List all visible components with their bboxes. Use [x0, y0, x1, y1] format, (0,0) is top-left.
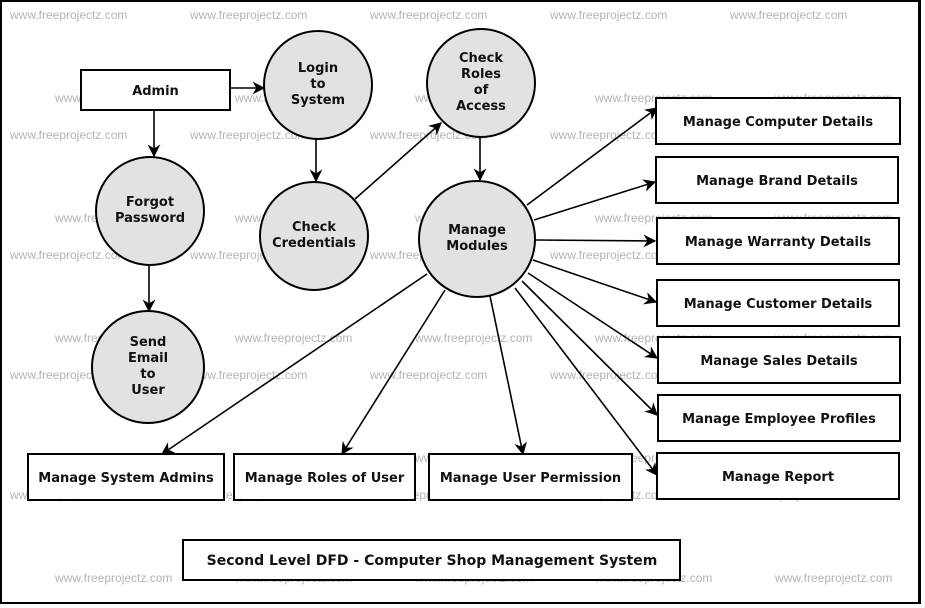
- watermark-text: www.freeprojectz.com: [369, 8, 487, 22]
- module-label: Manage Report: [722, 470, 834, 485]
- node-label-line: Check: [459, 51, 503, 66]
- node-label-line: Manage: [448, 223, 506, 238]
- module-brand[interactable]: Manage Brand Details: [655, 156, 899, 204]
- module-label: Manage System Admins: [38, 471, 214, 486]
- watermark-text: www.freeprojectz.com: [549, 8, 667, 22]
- module-label: Manage Sales Details: [700, 354, 858, 369]
- module-label: Manage Brand Details: [696, 174, 858, 189]
- watermark-text: www.freeprojectz.com: [234, 331, 352, 345]
- watermark-text: www.freeprojectz.com: [9, 128, 127, 142]
- diagram-title: Second Level DFD - Computer Shop Managem…: [207, 553, 658, 569]
- watermark-text: www.freeprojectz.com: [549, 128, 667, 142]
- module-roles[interactable]: Manage Roles of User: [233, 453, 416, 501]
- process-login[interactable]: LogintoSystem: [263, 30, 373, 140]
- module-report[interactable]: Manage Report: [656, 452, 900, 500]
- module-permission[interactable]: Manage User Permission: [428, 453, 633, 501]
- node-label-line: User: [131, 383, 165, 398]
- module-label: Manage Employee Profiles: [682, 412, 876, 427]
- node-label-line: Forgot: [126, 195, 174, 210]
- node-label-line: Modules: [446, 239, 508, 254]
- diagram-nodes: AdminLogintoSystemCheckRolesofAccessForg…: [27, 28, 901, 501]
- entity-admin[interactable]: Admin: [80, 69, 231, 111]
- module-label: Manage Customer Details: [684, 297, 873, 312]
- watermark-text: www.freeprojectz.com: [549, 248, 667, 262]
- flow-arrow-manage-modules-to-permission: [489, 295, 527, 456]
- module-sales[interactable]: Manage Sales Details: [657, 336, 901, 384]
- module-warranty[interactable]: Manage Warranty Details: [656, 217, 900, 265]
- node-label-line: to: [140, 367, 155, 382]
- watermark-text: www.freeprojectz.com: [729, 8, 847, 22]
- node-label-line: System: [291, 93, 345, 108]
- node-label-line: Check: [292, 220, 336, 235]
- flow-arrow-manage-modules-to-customer: [532, 259, 658, 305]
- node-label-line: Access: [456, 99, 506, 114]
- node-label-line: of: [474, 83, 489, 98]
- entity-label: Admin: [132, 84, 179, 99]
- watermark-text: www.freeprojectz.com: [9, 248, 127, 262]
- node-label-line: to: [310, 77, 325, 92]
- module-employee[interactable]: Manage Employee Profiles: [657, 394, 901, 442]
- process-check-credentials[interactable]: CheckCredentials: [259, 181, 369, 291]
- watermark-text: www.freeprojectz.com: [369, 368, 487, 382]
- watermark-text: www.freeprojectz.com: [189, 368, 307, 382]
- process-send-email[interactable]: SendEmailtoUser: [91, 310, 205, 424]
- process-manage-modules[interactable]: ManageModules: [418, 180, 536, 298]
- watermark-text: www.freeprojectz.com: [549, 368, 667, 382]
- watermark-text: www.freeprojectz.com: [54, 571, 172, 585]
- module-system-admins[interactable]: Manage System Admins: [27, 453, 225, 501]
- node-label-line: Login: [298, 61, 338, 76]
- module-label: Manage Computer Details: [683, 115, 873, 130]
- node-label-line: Credentials: [272, 236, 356, 251]
- flow-arrow-manage-modules-to-employee: [521, 280, 658, 416]
- module-label: Manage User Permission: [440, 471, 621, 486]
- node-label-line: Email: [128, 351, 168, 366]
- watermark-text: www.freeprojectz.com: [414, 331, 532, 345]
- watermark-text: www.freeprojectz.com: [189, 8, 307, 22]
- dfd-diagram: www.freeprojectz.com www.freeprojectz.com…: [9, 8, 901, 585]
- process-forgot-password[interactable]: ForgotPassword: [95, 156, 205, 266]
- module-label: Manage Roles of User: [245, 471, 405, 486]
- module-label: Manage Warranty Details: [685, 235, 872, 250]
- watermark-text: www.freeprojectz.com: [774, 571, 892, 585]
- watermark-text: www.freeprojectz.com: [9, 8, 127, 22]
- node-label-line: Password: [115, 211, 185, 226]
- process-check-roles[interactable]: CheckRolesofAccess: [426, 28, 536, 138]
- module-customer[interactable]: Manage Customer Details: [656, 279, 900, 327]
- module-computer[interactable]: Manage Computer Details: [655, 97, 901, 145]
- flow-arrow-manage-modules-to-warranty: [534, 234, 657, 248]
- diagram-title-box: Second Level DFD - Computer Shop Managem…: [182, 539, 681, 581]
- data-flows: [142, 81, 659, 477]
- flow-arrow-manage-modules-to-computer: [526, 107, 659, 206]
- node-label-line: Roles: [461, 67, 501, 82]
- flow-arrow-manage-modules-to-sales: [527, 272, 659, 359]
- node-label-line: Send: [130, 335, 167, 350]
